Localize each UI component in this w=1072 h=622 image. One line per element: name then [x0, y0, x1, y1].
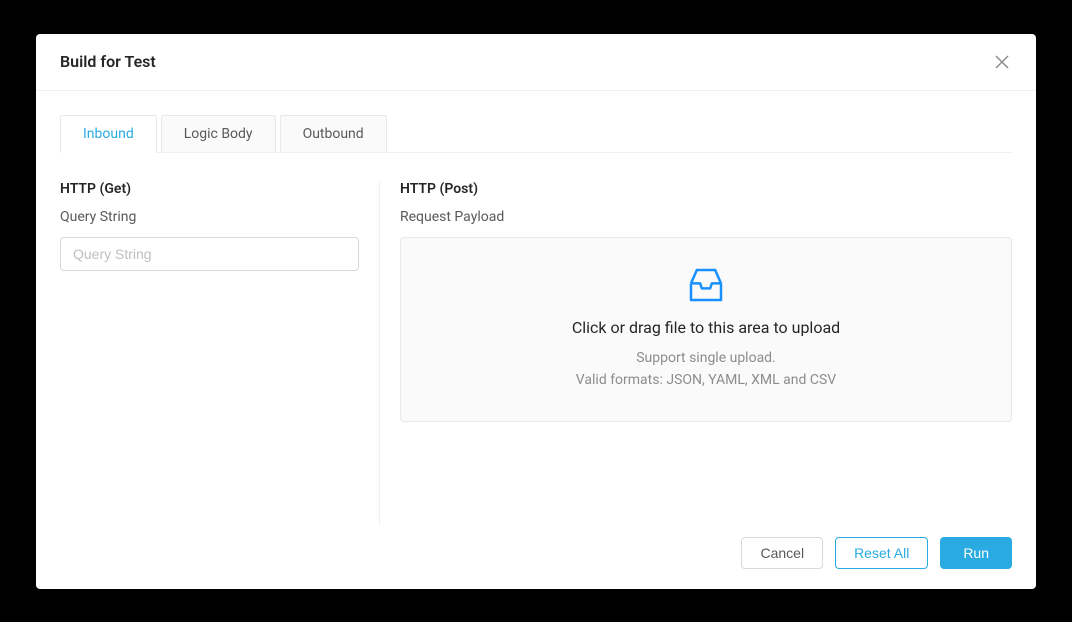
modal-footer: Cancel Reset All Run [36, 525, 1036, 589]
modal-header: Build for Test [36, 34, 1036, 91]
build-for-test-modal: Build for Test Inbound Logic Body Outbou… [36, 34, 1036, 589]
modal-body: Inbound Logic Body Outbound HTTP (Get) Q… [36, 91, 1036, 525]
modal-title: Build for Test [60, 52, 156, 71]
tab-logic-body[interactable]: Logic Body [161, 115, 276, 152]
content-row: HTTP (Get) Query String HTTP (Post) Requ… [60, 153, 1012, 525]
query-string-input[interactable] [60, 237, 359, 271]
reset-all-button[interactable]: Reset All [835, 537, 928, 569]
http-get-panel: HTTP (Get) Query String [60, 181, 380, 525]
http-post-title: HTTP (Post) [400, 181, 1012, 197]
tabs: Inbound Logic Body Outbound [60, 115, 1012, 153]
upload-dropzone[interactable]: Click or drag file to this area to uploa… [400, 237, 1012, 423]
cancel-button[interactable]: Cancel [741, 537, 823, 569]
upload-hint-2: Valid formats: JSON, YAML, XML and CSV [421, 369, 991, 391]
query-string-label: Query String [60, 209, 359, 225]
tab-outbound[interactable]: Outbound [280, 115, 387, 152]
close-button[interactable] [992, 52, 1012, 72]
request-payload-label: Request Payload [400, 209, 1012, 225]
http-get-title: HTTP (Get) [60, 181, 359, 197]
http-post-panel: HTTP (Post) Request Payload Click or dra… [380, 181, 1012, 525]
inbox-icon [686, 266, 726, 304]
upload-hint-1: Support single upload. [421, 347, 991, 369]
run-button[interactable]: Run [940, 537, 1012, 569]
tab-inbound[interactable]: Inbound [60, 115, 157, 153]
close-icon [995, 55, 1009, 69]
upload-title: Click or drag file to this area to uploa… [421, 318, 991, 337]
